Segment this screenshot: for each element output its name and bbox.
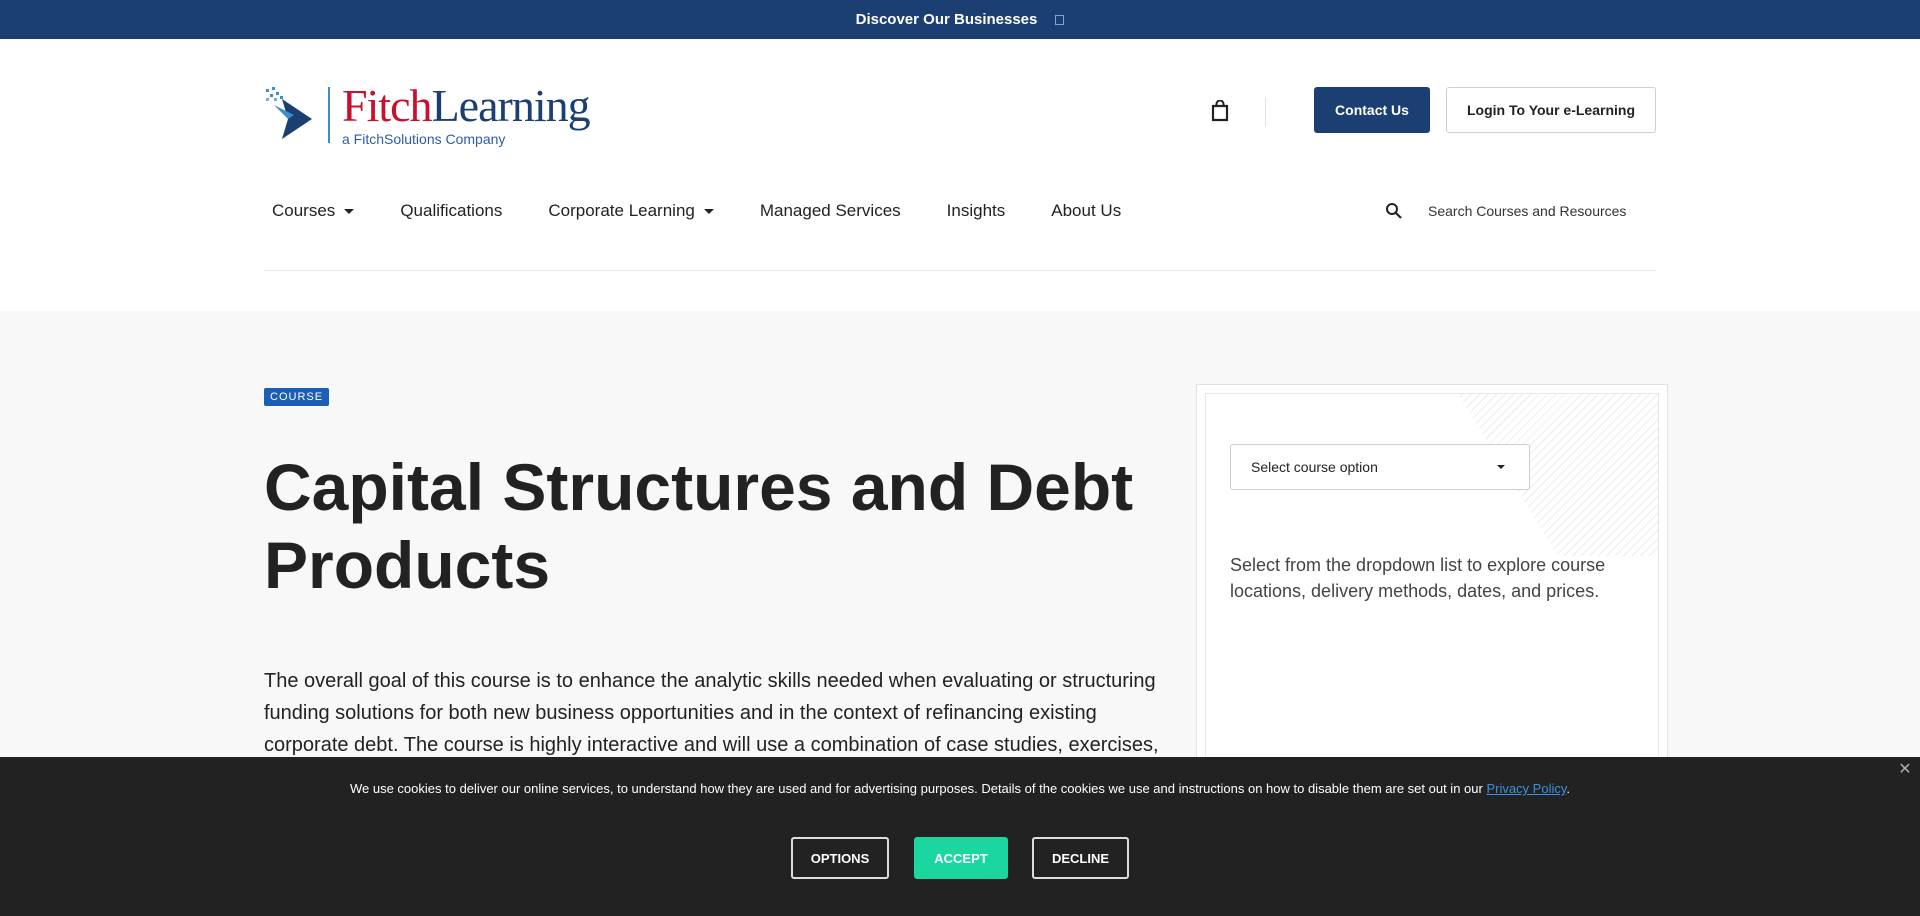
privacy-policy-link[interactable]: Privacy Policy — [1486, 781, 1566, 796]
discover-businesses-link[interactable]: Discover Our Businesses — [856, 11, 1038, 28]
logo-arrow-icon — [266, 87, 312, 139]
nav-item-label: Courses — [272, 201, 336, 220]
search-input[interactable] — [1420, 198, 1660, 224]
cookie-message-suffix: . — [1566, 781, 1571, 796]
nav-item-label: Insights — [946, 201, 1006, 220]
chevron-down-icon — [1497, 465, 1505, 469]
top-announcement-bar: Discover Our Businesses — [0, 0, 1920, 39]
external-link-icon[interactable] — [1055, 14, 1065, 25]
cookie-banner: We use cookies to deliver our online ser… — [0, 757, 1920, 916]
nav-item-label: Corporate Learning — [548, 201, 695, 220]
shopping-bag-icon[interactable] — [1210, 100, 1230, 122]
cookie-options-button[interactable]: OPTIONS — [791, 837, 889, 879]
site-header: FitchLearning a FitchSolutions Company C… — [0, 39, 1920, 311]
page-title: Capital Structures and Debt Products — [264, 450, 1134, 602]
course-badge: COURSE — [264, 388, 330, 406]
cookie-decline-button[interactable]: DECLINE — [1032, 837, 1129, 879]
nav-item-about-us[interactable]: About Us — [1051, 201, 1121, 221]
logo-divider — [328, 87, 330, 143]
fitch-learning-logo[interactable]: FitchLearning a FitchSolutions Company — [264, 81, 591, 147]
chevron-down-icon — [344, 208, 355, 214]
chevron-down-icon — [703, 208, 714, 214]
logo-wordmark: FitchLearning — [342, 80, 591, 131]
nav-item-corporate-learning[interactable]: Corporate Learning — [548, 201, 714, 221]
search-icon[interactable] — [1385, 202, 1403, 220]
contact-us-button[interactable]: Contact Us — [1314, 87, 1430, 133]
course-option-select[interactable]: Select course option — [1230, 444, 1530, 490]
logo-tagline: a FitchSolutions Company — [342, 131, 506, 147]
select-label: Select course option — [1251, 459, 1378, 475]
main-nav: Courses Qualifications Corporate Learnin… — [272, 199, 1167, 223]
nav-item-label: Qualifications — [400, 201, 503, 220]
nav-item-label: About Us — [1051, 201, 1122, 220]
close-icon[interactable]: ✕ — [1896, 761, 1914, 779]
nav-item-qualifications[interactable]: Qualifications — [400, 201, 502, 221]
nav-item-label: Managed Services — [759, 201, 901, 220]
nav-item-managed-services[interactable]: Managed Services — [760, 201, 901, 221]
cookie-accept-button[interactable]: ACCEPT — [914, 837, 1008, 879]
login-elearning-button[interactable]: Login To Your e-Learning — [1446, 87, 1656, 133]
nav-item-insights[interactable]: Insights — [947, 201, 1006, 221]
cookie-message-text: We use cookies to deliver our online ser… — [349, 781, 1487, 796]
header-separator — [1265, 97, 1266, 127]
logo-fitch-text: Fitch — [342, 80, 433, 131]
course-options-help-text: Select from the dropdown list to explore… — [1230, 555, 1606, 601]
nav-item-courses[interactable]: Courses — [272, 201, 355, 221]
header-divider — [264, 270, 1656, 271]
cookie-message: We use cookies to deliver our online ser… — [0, 781, 1920, 796]
logo-learning-text: Learning — [431, 80, 591, 131]
